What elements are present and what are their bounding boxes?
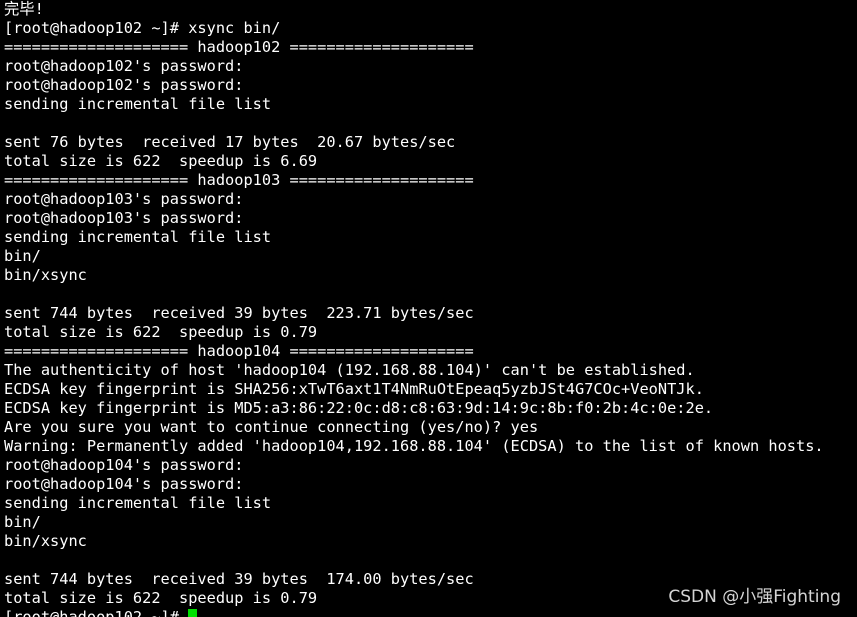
terminal-line: Warning: Permanently added 'hadoop104,19… (4, 437, 824, 455)
terminal-line: sent 744 bytes received 39 bytes 223.71 … (4, 304, 474, 322)
terminal-line: bin/xsync (4, 266, 87, 284)
terminal-line: ECDSA key fingerprint is SHA256:xTwT6axt… (4, 380, 704, 398)
terminal-line: sending incremental file list (4, 95, 272, 113)
terminal-line: bin/ (4, 247, 41, 265)
terminal-line: bin/ (4, 513, 41, 531)
terminal-line: total size is 622 speedup is 0.79 (4, 323, 318, 341)
terminal-line: ECDSA key fingerprint is MD5:a3:86:22:0c… (4, 399, 714, 417)
terminal-line: sending incremental file list (4, 228, 272, 246)
terminal-line: root@hadoop104's password: (4, 475, 244, 493)
terminal-line: ==================== hadoop103 =========… (4, 171, 474, 189)
terminal-line: [root@hadoop102 ~]# xsync bin/ (4, 19, 281, 37)
terminal-window[interactable]: 完毕! [root@hadoop102 ~]# xsync bin/=======… (0, 0, 857, 617)
prompt-text: [root@hadoop102 ~]# (4, 608, 189, 617)
terminal-line: sending incremental file list (4, 494, 272, 512)
terminal-line: sent 76 bytes received 17 bytes 20.67 by… (4, 133, 456, 151)
terminal-line: bin/xsync (4, 532, 87, 550)
terminal-line: ==================== hadoop102 =========… (4, 38, 474, 56)
terminal-line: root@hadoop104's password: (4, 456, 244, 474)
terminal-line: ==================== hadoop104 =========… (4, 342, 474, 360)
terminal-line: 完毕! (4, 0, 44, 18)
terminal-line: root@hadoop103's password: (4, 209, 244, 227)
terminal-output: 完毕! [root@hadoop102 ~]# xsync bin/=======… (4, 0, 857, 608)
watermark-text: CSDN @小强Fighting (668, 587, 841, 607)
cursor-block (188, 609, 198, 617)
terminal-line: Are you sure you want to continue connec… (4, 418, 539, 436)
terminal-line: total size is 622 speedup is 6.69 (4, 152, 318, 170)
terminal-line: root@hadoop103's password: (4, 190, 244, 208)
terminal-line: root@hadoop102's password: (4, 76, 244, 94)
terminal-prompt-line[interactable]: [root@hadoop102 ~]# (4, 608, 857, 617)
terminal-line: root@hadoop102's password: (4, 57, 244, 75)
terminal-line: The authenticity of host 'hadoop104 (192… (4, 361, 695, 379)
